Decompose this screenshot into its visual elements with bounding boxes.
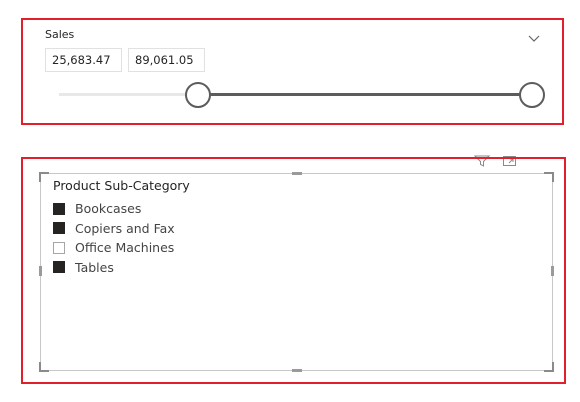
resize-handle-right[interactable] [551, 266, 554, 276]
resize-handle-left[interactable] [39, 266, 42, 276]
resize-handle-bottom[interactable] [292, 369, 302, 372]
min-value-input[interactable]: 25,683.47 [45, 48, 122, 72]
chevron-down-icon[interactable] [528, 28, 540, 47]
list-item[interactable]: Tables [53, 258, 175, 278]
item-label: Tables [75, 259, 114, 275]
list-item[interactable]: Office Machines [53, 238, 175, 258]
list-item[interactable]: Bookcases [53, 199, 175, 219]
item-label: Bookcases [75, 201, 142, 217]
slider-min-handle[interactable] [185, 82, 211, 108]
resize-handle-bottom-right[interactable] [544, 362, 554, 372]
resize-handle-top-left[interactable] [39, 172, 49, 182]
item-label: Copiers and Fax [75, 220, 175, 236]
subcategory-slicer-panel: Product Sub-Category Bookcases Copiers a… [21, 157, 566, 384]
resize-handle-bottom-left[interactable] [39, 362, 49, 372]
slicer-title: Sales [45, 28, 75, 41]
resize-handle-top-right[interactable] [544, 172, 554, 182]
checkbox[interactable] [53, 241, 65, 254]
item-label: Office Machines [75, 240, 175, 256]
sales-slicer-panel: Sales 25,683.47 89,061.05 [21, 18, 564, 125]
list-item[interactable]: Copiers and Fax [53, 219, 175, 239]
slicer-header: Product Sub-Category [53, 178, 190, 193]
checkbox[interactable] [53, 202, 65, 215]
slider-selected-range[interactable] [197, 93, 531, 96]
max-value-input[interactable]: 89,061.05 [128, 48, 205, 72]
checkbox[interactable] [53, 222, 65, 235]
checkbox[interactable] [53, 261, 65, 274]
resize-handle-top[interactable] [292, 172, 302, 175]
slider-track[interactable] [59, 93, 197, 96]
subcategory-list: Bookcases Copiers and Fax Office Machine… [53, 199, 175, 277]
slider-max-handle[interactable] [519, 82, 545, 108]
